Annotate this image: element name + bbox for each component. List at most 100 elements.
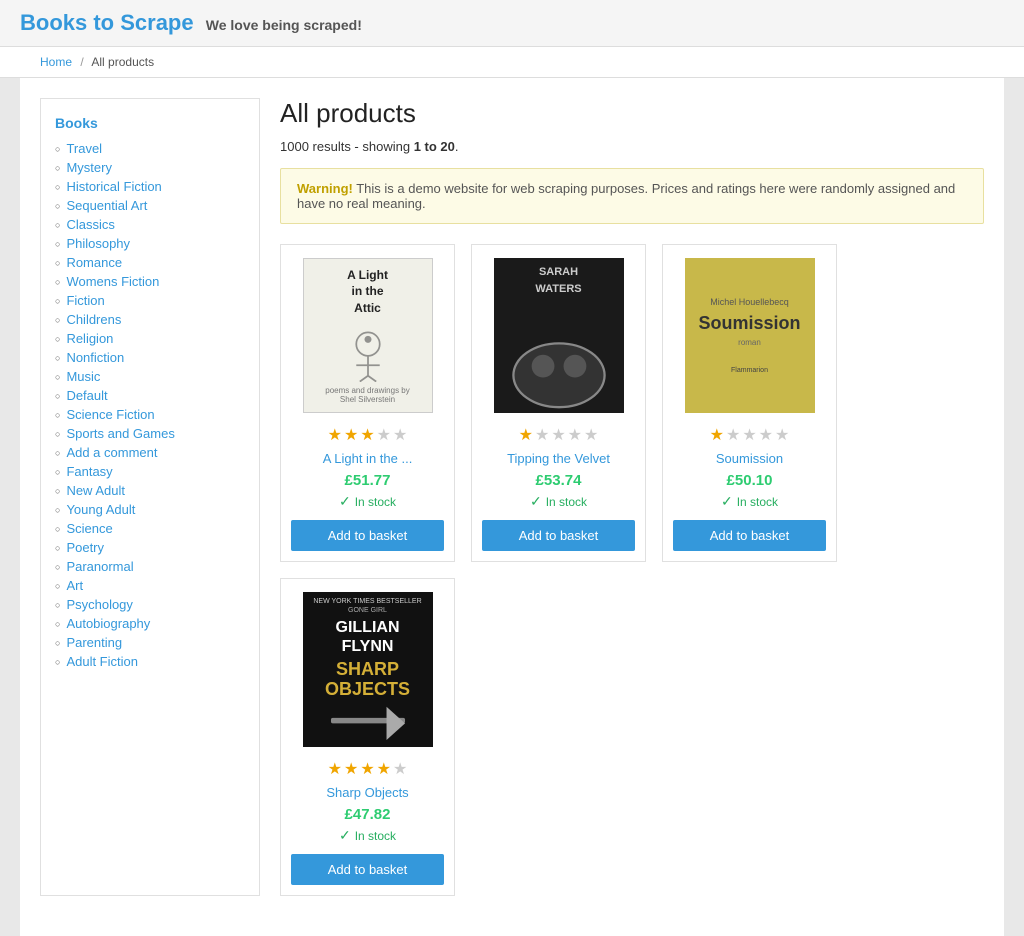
sidebar-item-link[interactable]: Childrens <box>66 312 121 327</box>
add-to-basket-button[interactable]: Add to basket <box>482 520 635 551</box>
product-title[interactable]: Sharp Objects <box>326 785 408 800</box>
sidebar-item[interactable]: Add a comment <box>41 443 259 462</box>
sidebar-item[interactable]: Historical Fiction <box>41 177 259 196</box>
sidebar-item[interactable]: Young Adult <box>41 500 259 519</box>
sidebar-item-link[interactable]: Science <box>66 521 112 536</box>
sidebar-item[interactable]: Fiction <box>41 291 259 310</box>
sidebar-item[interactable]: Travel <box>41 139 259 158</box>
sidebar-item-link[interactable]: Parenting <box>66 635 122 650</box>
sidebar-item[interactable]: New Adult <box>41 481 259 500</box>
product-image[interactable]: SARAHWATERS TIPPINGTHE VELVET <box>484 255 634 415</box>
checkmark-icon: ✓ <box>339 493 351 510</box>
star-icon: ★ <box>519 425 533 445</box>
star-icon: ★ <box>568 425 582 445</box>
product-stock: ✓In stock <box>530 493 587 510</box>
sidebar-item-link[interactable]: Poetry <box>66 540 104 555</box>
sidebar-item-link[interactable]: Philosophy <box>66 236 130 251</box>
sidebar-item[interactable]: Childrens <box>41 310 259 329</box>
product-image[interactable]: A Lightin theAttic poems and drawings by… <box>293 255 443 415</box>
sidebar-item-link[interactable]: Sports and Games <box>66 426 174 441</box>
sidebar-list: Travel Mystery Historical Fiction Sequentia… <box>41 139 259 671</box>
star-icon: ★ <box>726 425 740 445</box>
sidebar-item[interactable]: Music <box>41 367 259 386</box>
product-stock: ✓In stock <box>339 493 396 510</box>
sidebar-item[interactable]: Science <box>41 519 259 538</box>
star-icon: ★ <box>344 425 358 445</box>
sidebar-item-link[interactable]: New Adult <box>66 483 125 498</box>
sidebar-item-link[interactable]: Science Fiction <box>66 407 154 422</box>
sidebar-item[interactable]: Paranormal <box>41 557 259 576</box>
product-image[interactable]: NEW YORK TIMES BESTSELLER GONE GIRL GILL… <box>293 589 443 749</box>
results-range: 1 to 20 <box>414 139 455 154</box>
warning-label: Warning! <box>297 181 353 196</box>
sidebar-item[interactable]: Romance <box>41 253 259 272</box>
sidebar-item-link[interactable]: Nonfiction <box>66 350 124 365</box>
star-icon: ★ <box>551 425 565 445</box>
breadcrumb-home[interactable]: Home <box>40 55 72 69</box>
product-title[interactable]: A Light in the ... <box>323 451 413 466</box>
sidebar-item-link[interactable]: Travel <box>66 141 102 156</box>
sidebar-item-link[interactable]: Religion <box>66 331 113 346</box>
sidebar-item-link[interactable]: Fantasy <box>66 464 112 479</box>
product-title[interactable]: Soumission <box>716 451 783 466</box>
sidebar-item-link[interactable]: Art <box>66 578 83 593</box>
sidebar-item[interactable]: Religion <box>41 329 259 348</box>
stock-label: In stock <box>737 495 778 509</box>
product-price: £47.82 <box>345 806 391 823</box>
star-icon: ★ <box>775 425 789 445</box>
sidebar-item[interactable]: Art <box>41 576 259 595</box>
sidebar-item[interactable]: Nonfiction <box>41 348 259 367</box>
stock-label: In stock <box>546 495 587 509</box>
sidebar-item[interactable]: Womens Fiction <box>41 272 259 291</box>
sidebar-item-link[interactable]: Classics <box>66 217 114 232</box>
stock-label: In stock <box>355 829 396 843</box>
site-header: Books to Scrape We love being scraped! <box>0 0 1024 47</box>
product-image[interactable]: Michel Houellebecq Soumission roman Flam… <box>675 255 825 415</box>
sidebar-item[interactable]: Poetry <box>41 538 259 557</box>
results-info: 1000 results - showing 1 to 20. <box>280 139 984 154</box>
sidebar-item-link[interactable]: Fiction <box>66 293 104 308</box>
sidebar-item-link[interactable]: Music <box>66 369 100 384</box>
sidebar-item[interactable]: Psychology <box>41 595 259 614</box>
checkmark-icon: ✓ <box>721 493 733 510</box>
sidebar-item-link[interactable]: Default <box>66 388 107 403</box>
sidebar-item-link[interactable]: Historical Fiction <box>66 179 161 194</box>
results-period: . <box>455 139 459 154</box>
sidebar-item[interactable]: Parenting <box>41 633 259 652</box>
add-to-basket-button[interactable]: Add to basket <box>291 520 444 551</box>
product-stock: ✓ In stock <box>721 493 778 510</box>
sidebar-item-link[interactable]: Mystery <box>66 160 112 175</box>
star-icon: ★ <box>360 425 374 445</box>
sidebar-item[interactable]: Sports and Games <box>41 424 259 443</box>
sidebar-item-link[interactable]: Adult Fiction <box>66 654 138 669</box>
sidebar-item[interactable]: Sequential Art <box>41 196 259 215</box>
add-to-basket-button[interactable]: Add to basket <box>291 854 444 885</box>
sidebar-item-link[interactable]: Young Adult <box>66 502 135 517</box>
warning-text: This is a demo website for web scraping … <box>297 181 955 211</box>
breadcrumb-separator: / <box>80 55 83 69</box>
star-icon: ★ <box>710 425 724 445</box>
sidebar-item-link[interactable]: Sequential Art <box>66 198 147 213</box>
sidebar-item[interactable]: Adult Fiction <box>41 652 259 671</box>
star-icon: ★ <box>377 425 391 445</box>
add-to-basket-button[interactable]: Add to basket <box>673 520 826 551</box>
star-icon: ★ <box>328 425 342 445</box>
content-area: All products 1000 results - showing 1 to… <box>280 98 984 896</box>
sidebar-item[interactable]: Philosophy <box>41 234 259 253</box>
sidebar-item-link[interactable]: Add a comment <box>66 445 157 460</box>
breadcrumb-current: All products <box>91 55 154 69</box>
brand-name[interactable]: Books to Scrape <box>20 10 194 35</box>
sidebar-item-link[interactable]: Paranormal <box>66 559 133 574</box>
sidebar-item-link[interactable]: Autobiography <box>66 616 150 631</box>
sidebar-item[interactable]: Default <box>41 386 259 405</box>
sidebar-item[interactable]: Science Fiction <box>41 405 259 424</box>
product-title[interactable]: Tipping the Velvet <box>507 451 610 466</box>
sidebar-item-link[interactable]: Romance <box>66 255 122 270</box>
sidebar-item[interactable]: Fantasy <box>41 462 259 481</box>
breadcrumb: Home / All products <box>0 47 1024 78</box>
sidebar-item-link[interactable]: Psychology <box>66 597 132 612</box>
sidebar-item-link[interactable]: Womens Fiction <box>66 274 159 289</box>
sidebar-item[interactable]: Mystery <box>41 158 259 177</box>
star-icon: ★ <box>393 759 407 779</box>
sidebar-item[interactable]: Classics <box>41 215 259 234</box>
